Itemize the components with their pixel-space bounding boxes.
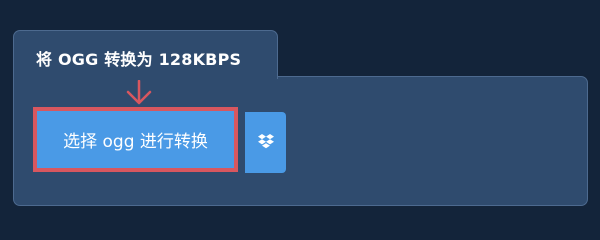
arrow-down-icon: [126, 80, 152, 105]
tab-title: 将 OGG 转换为 128KBPS: [36, 50, 242, 69]
choose-ogg-button[interactable]: 选择 ogg 进行转换: [33, 107, 238, 172]
dropbox-button[interactable]: [245, 112, 286, 173]
dropbox-icon: [257, 134, 274, 149]
choose-ogg-label: 选择 ogg 进行转换: [63, 132, 208, 152]
